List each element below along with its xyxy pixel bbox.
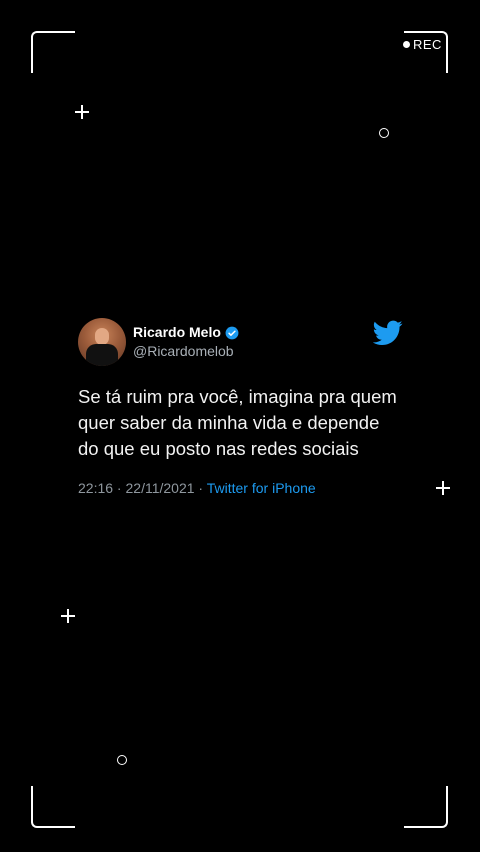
circle-icon [379, 128, 389, 138]
tweet-header: Ricardo Melo @Ricardomelob [78, 318, 408, 366]
meta-separator: · [194, 480, 207, 496]
author-name[interactable]: Ricardo Melo [133, 324, 221, 341]
author-handle[interactable]: @Ricardomelob [133, 343, 239, 360]
tweet-time[interactable]: 22:16 [78, 480, 113, 496]
plus-icon [436, 481, 450, 495]
rec-dot-icon [403, 41, 410, 48]
author-block: Ricardo Melo @Ricardomelob [133, 324, 239, 360]
frame-corner-bottom-left [31, 786, 75, 828]
rec-label: REC [413, 37, 442, 52]
plus-icon [61, 609, 75, 623]
tweet-source-link[interactable]: Twitter for iPhone [207, 480, 316, 496]
twitter-bird-icon [373, 320, 403, 345]
avatar[interactable] [78, 318, 126, 366]
tweet-text: Se tá ruim pra você, imagina pra quem qu… [78, 386, 397, 459]
verified-badge-icon [225, 326, 239, 340]
frame-corner-top-left [31, 31, 75, 73]
meta-separator: · [113, 480, 126, 496]
rec-indicator: REC [403, 37, 442, 52]
tweet-card[interactable]: Ricardo Melo @Ricardomelob Se tá ruim pr… [78, 318, 408, 496]
plus-icon [75, 105, 89, 119]
tweet-meta: 22:16 · 22/11/2021 · Twitter for iPhone [78, 480, 408, 496]
frame-corner-bottom-right [404, 786, 448, 828]
tweet-date[interactable]: 22/11/2021 [126, 480, 195, 496]
circle-icon [117, 755, 127, 765]
